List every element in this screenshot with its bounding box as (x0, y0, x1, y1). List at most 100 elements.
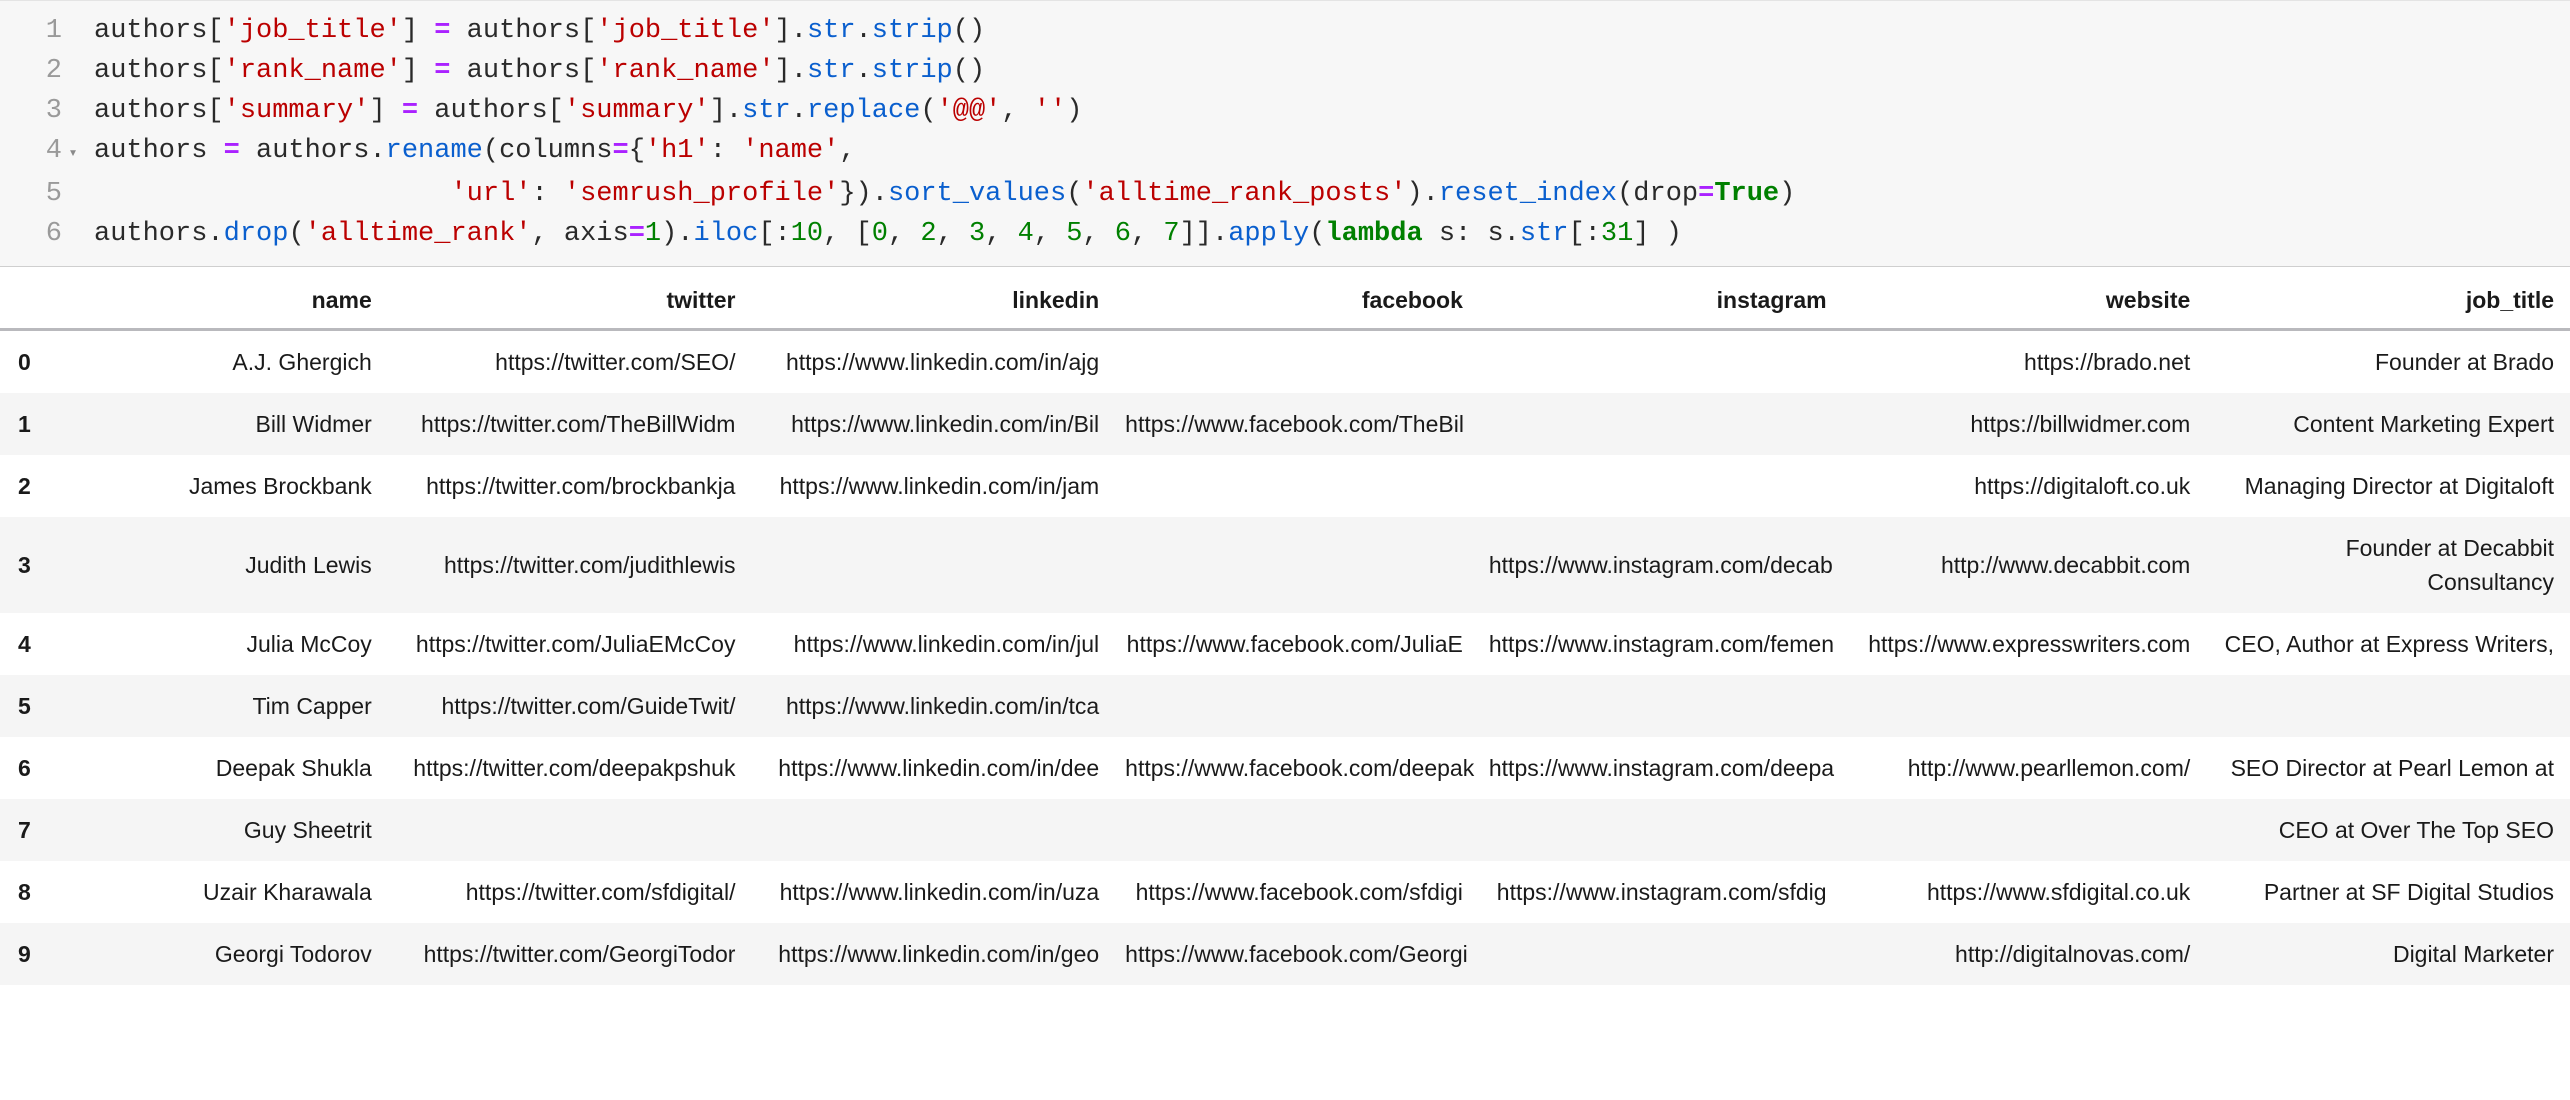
cell-facebook: https://www.facebook.com/deepak (1115, 737, 1479, 799)
cell-website: https://www.sfdigital.co.uk (1843, 861, 2207, 923)
cell-name: Julia McCoy (70, 613, 388, 675)
code-token: ]. (775, 56, 807, 86)
code-token: authors[ (450, 16, 596, 46)
code-token: authors[ (418, 96, 564, 126)
code-text[interactable]: authors['summary'] = authors['summary'].… (84, 91, 1082, 131)
cell-website: https://www.expresswriters.com (1843, 613, 2207, 675)
table-row: 2James Brockbankhttps://twitter.com/broc… (0, 455, 2570, 517)
code-token: ). (661, 219, 693, 249)
fold-triangle-icon[interactable]: ▾ (62, 134, 84, 174)
row-index: 1 (0, 393, 70, 455)
code-text[interactable]: authors = authors.rename(columns={'h1': … (84, 131, 856, 171)
code-token: , (937, 219, 969, 249)
code-text[interactable]: authors['job_title'] = authors['job_titl… (84, 11, 985, 51)
cell-instagram (1479, 675, 1843, 737)
code-line[interactable]: 5 'url': 'semrush_profile'}).sort_values… (0, 174, 2570, 214)
cell-facebook (1115, 330, 1479, 394)
cell-instagram (1479, 923, 1843, 985)
code-text[interactable]: 'url': 'semrush_profile'}).sort_values('… (84, 174, 1795, 214)
code-token: 'job_title' (596, 16, 774, 46)
code-token: = (613, 136, 629, 166)
cell-facebook: https://www.facebook.com/JuliaE (1115, 613, 1479, 675)
line-number: 4 (0, 131, 62, 171)
table-row: 7Guy SheetritCEO at Over The Top SEO (0, 799, 2570, 861)
cell-instagram: https://www.instagram.com/deepa (1479, 737, 1843, 799)
code-token: ). (1406, 179, 1438, 209)
row-index: 8 (0, 861, 70, 923)
code-text[interactable]: authors['rank_name'] = authors['rank_nam… (84, 51, 985, 91)
cell-twitter: https://twitter.com/TheBillWidm (388, 393, 752, 455)
cell-job-title: CEO at Over The Top SEO (2206, 799, 2570, 861)
code-token: ) (1066, 96, 1082, 126)
code-token: , [ (823, 219, 872, 249)
code-token: = (224, 136, 240, 166)
row-index: 5 (0, 675, 70, 737)
code-line[interactable]: 1authors['job_title'] = authors['job_tit… (0, 11, 2570, 51)
code-token: authors[ (450, 56, 596, 86)
code-token: ]. (710, 96, 742, 126)
code-token: str (1520, 219, 1569, 249)
table-row: 1Bill Widmerhttps://twitter.com/TheBillW… (0, 393, 2570, 455)
code-editor-lines[interactable]: 1authors['job_title'] = authors['job_tit… (0, 11, 2570, 254)
cell-name: James Brockbank (70, 455, 388, 517)
cell-name: Tim Capper (70, 675, 388, 737)
code-token: [: (758, 219, 790, 249)
code-token: ) (1779, 179, 1795, 209)
column-header-index (0, 273, 70, 330)
code-line[interactable]: 3 authors['summary'] = authors['summary']… (0, 91, 2570, 131)
code-token: ] (402, 56, 434, 86)
code-token: , (1034, 219, 1066, 249)
cell-website: https://digitaloft.co.uk (1843, 455, 2207, 517)
cell-facebook: https://www.facebook.com/TheBil (1115, 393, 1479, 455)
code-line[interactable]: 4▾authors = authors.rename(columns={'h1'… (0, 131, 2570, 174)
cell-linkedin: https://www.linkedin.com/in/ajg (751, 330, 1115, 394)
line-number: 2 (0, 51, 62, 91)
code-text[interactable]: authors.drop('alltime_rank', axis=1).ilo… (84, 214, 1682, 254)
cell-website (1843, 799, 2207, 861)
code-token: ( (1066, 179, 1082, 209)
code-token: 1 (645, 219, 661, 249)
code-token: , (1001, 96, 1033, 126)
code-token: 'name' (742, 136, 839, 166)
cell-facebook (1115, 455, 1479, 517)
table-row: 3Judith Lewishttps://twitter.com/judithl… (0, 517, 2570, 613)
code-token: 0 (872, 219, 888, 249)
code-token: , axis (531, 219, 628, 249)
code-token: '' (1034, 96, 1066, 126)
code-token: str (807, 56, 856, 86)
code-token: 3 (969, 219, 985, 249)
code-token: = (1698, 179, 1714, 209)
line-number: 5 (0, 174, 62, 214)
code-token: reset_index (1439, 179, 1617, 209)
code-token: : (531, 179, 563, 209)
code-token: = (402, 96, 418, 126)
code-cell[interactable]: 1authors['job_title'] = authors['job_tit… (0, 0, 2570, 267)
code-token: ] (369, 96, 401, 126)
cell-linkedin (751, 799, 1115, 861)
code-line[interactable]: 2authors['rank_name'] = authors['rank_na… (0, 51, 2570, 91)
code-token: '@@' (937, 96, 1002, 126)
line-number: 3 (0, 91, 62, 131)
cell-name: Georgi Todorov (70, 923, 388, 985)
code-token: . (856, 56, 872, 86)
code-token: }). (839, 179, 888, 209)
row-index: 9 (0, 923, 70, 985)
cell-linkedin (751, 517, 1115, 613)
cell-facebook: https://www.facebook.com/Georgi (1115, 923, 1479, 985)
code-token: s: s. (1423, 219, 1520, 249)
cell-website: http://digitalnovas.com/ (1843, 923, 2207, 985)
code-line[interactable]: 6authors.drop('alltime_rank', axis=1).il… (0, 214, 2570, 254)
cell-job-title: Founder at Brado (2206, 330, 2570, 394)
code-token: 'rank_name' (224, 56, 402, 86)
cell-twitter: https://twitter.com/SEO/ (388, 330, 752, 394)
cell-facebook: https://www.facebook.com/sfdigi (1115, 861, 1479, 923)
code-token: () (953, 56, 985, 86)
code-token: [: (1568, 219, 1600, 249)
code-token: 5 (1066, 219, 1082, 249)
column-header-linkedin: linkedin (751, 273, 1115, 330)
cell-job-title (2206, 675, 2570, 737)
code-token: ] (402, 16, 434, 46)
code-token: 6 (1115, 219, 1131, 249)
row-index: 2 (0, 455, 70, 517)
cell-instagram (1479, 393, 1843, 455)
